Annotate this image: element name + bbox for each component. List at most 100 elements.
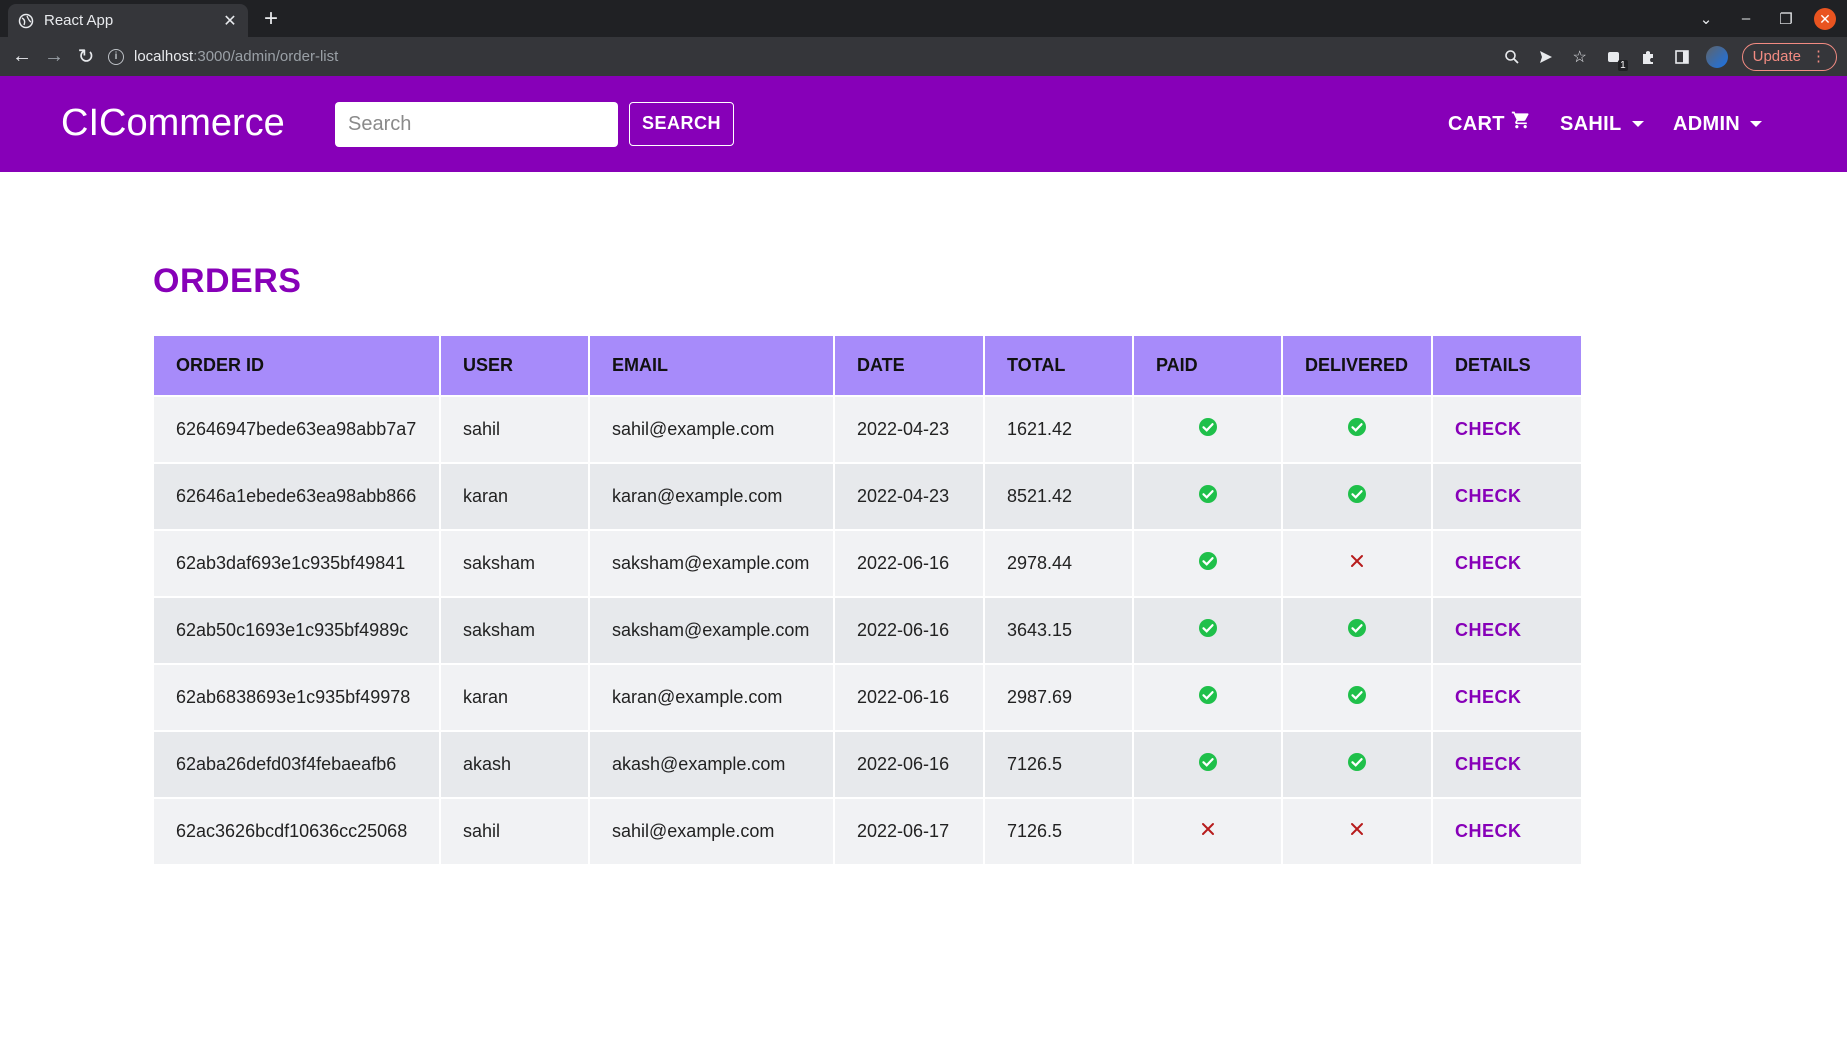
- date-cell: 2022-06-17: [835, 797, 985, 864]
- user-cell: saksham: [441, 529, 590, 596]
- admin-menu[interactable]: ADMIN: [1673, 110, 1763, 138]
- send-icon[interactable]: [1536, 47, 1556, 67]
- paid-cell: [1134, 730, 1283, 797]
- url-path: :3000/admin/order-list: [193, 48, 339, 65]
- back-icon[interactable]: ←: [6, 41, 38, 73]
- check-circle-icon: [1198, 685, 1218, 710]
- check-order-button[interactable]: CHECK: [1455, 687, 1522, 707]
- browser-tab[interactable]: React App ✕: [8, 4, 248, 37]
- check-order-button[interactable]: CHECK: [1455, 821, 1522, 841]
- check-order-button[interactable]: CHECK: [1455, 419, 1522, 439]
- check-order-button[interactable]: CHECK: [1455, 486, 1522, 506]
- order-id-cell: 62ab50c1693e1c935bf4989c: [154, 596, 441, 663]
- user-menu-label: SAHIL: [1560, 113, 1622, 135]
- date-cell: 2022-06-16: [835, 730, 985, 797]
- extension-badge-count: 1: [1618, 59, 1628, 71]
- email-cell: sahil@example.com: [590, 797, 835, 864]
- restore-icon[interactable]: ❐: [1766, 10, 1806, 28]
- check-order-button[interactable]: CHECK: [1455, 553, 1522, 573]
- details-cell: CHECK: [1433, 462, 1581, 529]
- toolbar-actions: ☆ 1 Update ⋮: [1502, 41, 1837, 72]
- check-circle-icon: [1347, 752, 1367, 777]
- tab-close-icon[interactable]: ✕: [222, 11, 238, 31]
- column-header: TOTAL: [985, 336, 1134, 395]
- update-label: Update: [1752, 48, 1801, 65]
- table-row: 62ab3daf693e1c935bf49841 saksham saksham@e…: [154, 529, 1581, 596]
- extension-badge-icon[interactable]: 1: [1604, 47, 1628, 71]
- delivered-cell: [1283, 797, 1433, 864]
- check-circle-icon: [1347, 685, 1367, 710]
- cross-icon: [1347, 819, 1367, 844]
- table-row: 62ab50c1693e1c935bf4989c saksham saksham@e…: [154, 596, 1581, 663]
- table-row: 62ac3626bcdf10636cc25068 sahil sahil@examp…: [154, 797, 1581, 864]
- address-bar[interactable]: i localhost:3000/admin/order-list: [108, 41, 1708, 72]
- total-cell: 7126.5: [985, 797, 1134, 864]
- cart-link[interactable]: CART: [1448, 110, 1531, 138]
- date-cell: 2022-04-23: [835, 462, 985, 529]
- zoom-icon[interactable]: [1502, 47, 1522, 67]
- delivered-cell: [1283, 529, 1433, 596]
- forward-icon[interactable]: →: [38, 41, 70, 73]
- date-cell: 2022-06-16: [835, 529, 985, 596]
- site-info-icon[interactable]: i: [108, 48, 124, 65]
- email-cell: saksham@example.com: [590, 529, 835, 596]
- paid-cell: [1134, 529, 1283, 596]
- user-cell: sahil: [441, 395, 590, 462]
- paid-cell: [1134, 462, 1283, 529]
- browser-tabstrip: React App ✕ + ⌄ – ❐ ✕: [0, 0, 1847, 37]
- user-cell: akash: [441, 730, 590, 797]
- cart-label: CART: [1448, 113, 1505, 135]
- delivered-cell: [1283, 663, 1433, 730]
- delivered-cell: [1283, 395, 1433, 462]
- update-button[interactable]: Update ⋮: [1741, 42, 1837, 71]
- window-close-icon[interactable]: ✕: [1814, 7, 1836, 30]
- delivered-cell: [1283, 596, 1433, 663]
- column-header: DETAILS: [1433, 336, 1581, 395]
- paid-cell: [1134, 395, 1283, 462]
- check-circle-icon: [1198, 417, 1218, 442]
- brand-logo[interactable]: CICommerce: [61, 100, 285, 146]
- table-row: 62646947bede63ea98abb7a7 sahil sahil@examp…: [154, 395, 1581, 462]
- page-title: ORDERS: [153, 262, 302, 300]
- tab-search-icon[interactable]: ⌄: [1686, 10, 1726, 28]
- order-id-cell: 62646a1ebede63ea98abb866: [154, 462, 441, 529]
- email-cell: karan@example.com: [590, 462, 835, 529]
- details-cell: CHECK: [1433, 596, 1581, 663]
- bookmark-star-icon[interactable]: ☆: [1570, 47, 1590, 67]
- orders-table-body: 62646947bede63ea98abb7a7 sahil sahil@examp…: [154, 395, 1581, 864]
- check-order-button[interactable]: CHECK: [1455, 754, 1522, 774]
- paid-cell: [1134, 663, 1283, 730]
- details-cell: CHECK: [1433, 395, 1581, 462]
- check-circle-icon: [1198, 618, 1218, 643]
- details-cell: CHECK: [1433, 730, 1581, 797]
- date-cell: 2022-04-23: [835, 395, 985, 462]
- column-header: DATE: [835, 336, 985, 395]
- browser-toolbar: ← → ↻ i localhost:3000/admin/order-list …: [0, 37, 1847, 76]
- email-cell: akash@example.com: [590, 730, 835, 797]
- column-header: USER: [441, 336, 590, 395]
- user-cell: karan: [441, 462, 590, 529]
- reload-icon[interactable]: ↻: [70, 41, 102, 73]
- minimize-icon[interactable]: –: [1726, 10, 1766, 27]
- new-tab-icon[interactable]: +: [258, 6, 284, 32]
- delivered-cell: [1283, 462, 1433, 529]
- search-button[interactable]: SEARCH: [629, 102, 734, 146]
- orders-table: ORDER ID USER EMAIL DATE TOTAL PAID DELI…: [154, 336, 1581, 864]
- check-circle-icon: [1347, 417, 1367, 442]
- column-header: EMAIL: [590, 336, 835, 395]
- order-id-cell: 62ac3626bcdf10636cc25068: [154, 797, 441, 864]
- user-menu[interactable]: SAHIL: [1560, 110, 1644, 138]
- details-cell: CHECK: [1433, 797, 1581, 864]
- check-circle-icon: [1198, 484, 1218, 509]
- table-row: 62aba26defd03f4febaeafb6 akash akash@examp…: [154, 730, 1581, 797]
- check-circle-icon: [1347, 484, 1367, 509]
- delivered-cell: [1283, 730, 1433, 797]
- search-input[interactable]: [335, 102, 618, 147]
- tab-title: React App: [44, 12, 114, 29]
- check-order-button[interactable]: CHECK: [1455, 620, 1522, 640]
- puzzle-icon[interactable]: [1638, 47, 1658, 67]
- column-header: PAID: [1134, 336, 1283, 395]
- profile-avatar[interactable]: [1705, 45, 1728, 68]
- check-circle-icon: [1198, 752, 1218, 777]
- side-panel-icon[interactable]: [1672, 47, 1692, 67]
